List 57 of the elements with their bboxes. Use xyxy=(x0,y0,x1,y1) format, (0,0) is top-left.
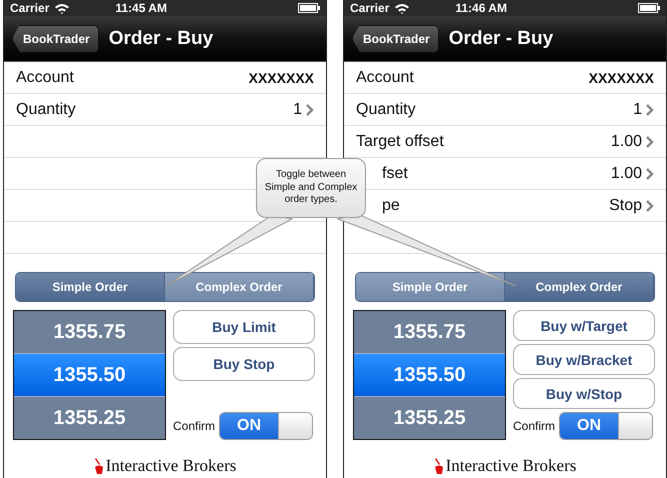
row-label: Target offset xyxy=(356,133,445,151)
row-label: Account xyxy=(16,69,75,87)
row-value: 1 xyxy=(293,101,302,119)
brand-logo-text: Interactive Brokers xyxy=(446,456,576,476)
order-button[interactable]: Buy w/Target xyxy=(513,310,655,341)
chevron-icon xyxy=(306,104,314,116)
carrier-label: Carrier xyxy=(350,1,390,15)
row-value: 1 xyxy=(633,101,642,119)
carrier-label: Carrier xyxy=(10,1,50,15)
segment-tab[interactable]: Simple Order xyxy=(16,273,165,301)
row-value: Stop xyxy=(609,197,642,215)
price-picker[interactable]: 1355.75 1355.50 1355.25 xyxy=(13,310,166,440)
wifi-icon xyxy=(394,2,410,14)
price-option[interactable]: 1355.25 xyxy=(14,397,165,439)
row-label: pe xyxy=(382,197,401,215)
confirm-label: Confirm xyxy=(173,419,216,433)
price-option[interactable]: 1355.50 xyxy=(14,354,165,397)
row-label: Quantity xyxy=(356,101,417,119)
confirm-label: Confirm xyxy=(513,419,556,433)
clock-label: 11:45 AM xyxy=(115,1,168,15)
brand-logo-text: Interactive Brokers xyxy=(106,456,236,476)
price-picker[interactable]: 1355.75 1355.50 1355.25 xyxy=(353,310,506,440)
order-button[interactable]: Buy Stop xyxy=(173,347,315,381)
row-value: XXXXXXX xyxy=(248,70,314,86)
segment-tab[interactable]: Complex Order xyxy=(505,273,654,301)
back-button[interactable]: BookTrader xyxy=(352,24,439,52)
row-value: 1.00 xyxy=(610,165,642,183)
order-button[interactable]: Buy w/Bracket xyxy=(513,344,655,375)
row-label: Quantity xyxy=(16,101,77,119)
segment-tab[interactable]: Simple Order xyxy=(356,273,505,301)
screen-title: Order - Buy xyxy=(448,28,554,50)
screen-title: Order - Buy xyxy=(108,28,214,50)
callout-tooltip: Toggle between Simple and Complex order types. xyxy=(256,158,366,218)
order-button[interactable]: Buy w/Stop xyxy=(513,378,655,409)
price-option[interactable]: 1355.50 xyxy=(354,354,505,397)
confirm-switch[interactable]: ON xyxy=(219,412,314,440)
price-option[interactable]: 1355.25 xyxy=(354,397,505,439)
row-label: Account xyxy=(356,69,415,87)
segment-tab[interactable]: Complex Order xyxy=(165,273,314,301)
chevron-icon xyxy=(646,200,654,212)
row-value: XXXXXXX xyxy=(588,70,654,86)
chevron-icon xyxy=(646,168,654,180)
row-label: fset xyxy=(382,165,409,183)
clock-label: 11:46 AM xyxy=(455,1,508,15)
switch-state-label: ON xyxy=(220,413,278,439)
battery-icon xyxy=(298,3,320,13)
order-button[interactable]: Buy Limit xyxy=(173,310,315,344)
confirm-switch[interactable]: ON xyxy=(559,412,654,440)
row-value: 1.00 xyxy=(610,133,642,151)
chevron-icon xyxy=(646,104,654,116)
wifi-icon xyxy=(54,2,70,14)
battery-icon xyxy=(638,3,660,13)
back-button[interactable]: BookTrader xyxy=(12,24,99,52)
chevron-icon xyxy=(646,136,654,148)
switch-state-label: ON xyxy=(560,413,618,439)
logo-icon xyxy=(94,457,104,475)
logo-icon xyxy=(434,457,444,475)
